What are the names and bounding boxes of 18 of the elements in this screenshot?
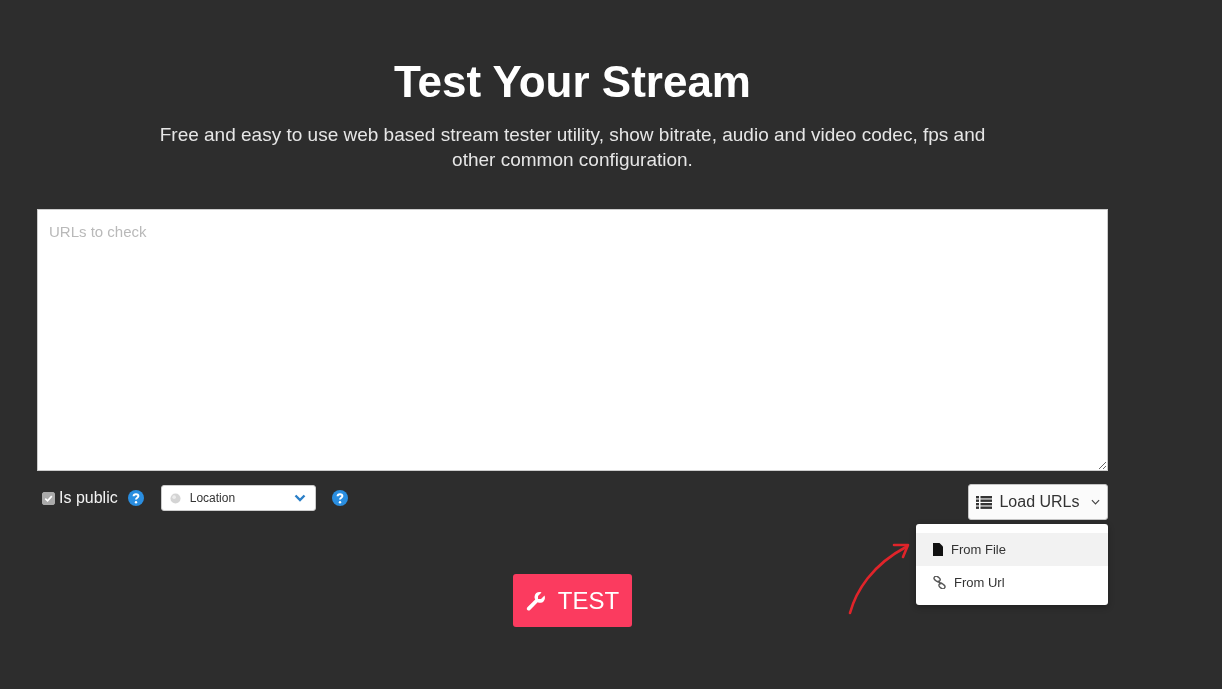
urls-input-field[interactable]: URLs to check: [37, 209, 1108, 471]
chevron-down-icon: [293, 494, 306, 502]
is-public-label: Is public: [59, 489, 118, 507]
help-icon[interactable]: [331, 490, 348, 506]
help-icon[interactable]: [127, 490, 144, 506]
menu-item[interactable]: From Url: [916, 566, 1108, 599]
list-icon: [976, 495, 993, 509]
menu-item[interactable]: From File: [916, 533, 1108, 566]
wrench-icon: [525, 590, 546, 611]
load-urls-button[interactable]: Load URLs: [968, 484, 1108, 520]
document-icon: [933, 543, 943, 556]
page-title: Test Your Stream: [394, 56, 751, 108]
page-subtitle: Free and easy to use web based stream tester utility, show bitrate, audio and video codec, fps and other common configuration.: [158, 123, 987, 172]
globe-icon: [169, 492, 181, 504]
test-button[interactable]: TEST: [513, 574, 632, 627]
link-icon: [933, 576, 946, 589]
location-select[interactable]: Location: [160, 485, 316, 511]
caret-icon: [1090, 499, 1100, 505]
